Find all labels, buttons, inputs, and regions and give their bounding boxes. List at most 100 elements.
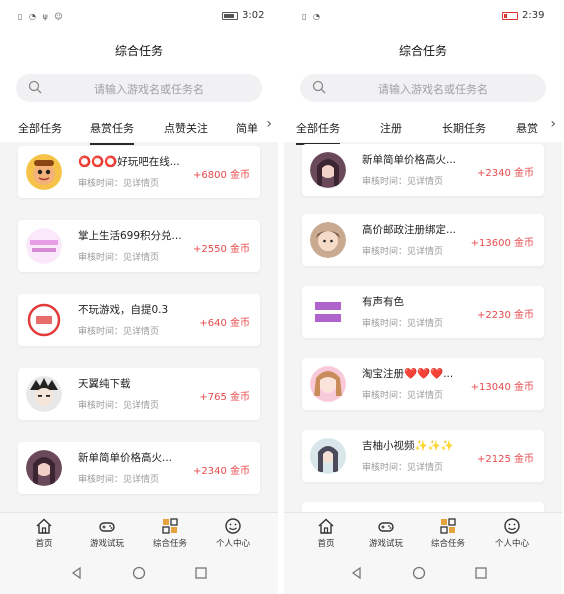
nav-profile[interactable]: 个人中心 xyxy=(203,517,263,549)
task-card[interactable]: 吉柚小视频✨✨✨ 审核时间：见详情页 +2125 金币 xyxy=(302,430,544,482)
task-thumbnail xyxy=(26,450,62,486)
task-list: 新单简单价格高火... 审核时间：见详情页 +2340 金币 高价邮政注册绑定.… xyxy=(284,142,562,518)
tab-all-tasks[interactable]: 全部任务 xyxy=(296,120,340,145)
tab-bounty-tasks[interactable]: 悬赏任务 xyxy=(90,120,134,145)
status-time: 2:39 xyxy=(522,10,545,21)
task-thumbnail xyxy=(310,152,346,188)
task-thumbnail xyxy=(26,302,62,338)
status-bar: ▯ ◔ 2:39 xyxy=(284,0,562,34)
system-nav-bar xyxy=(284,552,562,594)
task-name: 新单简单价格高火... xyxy=(78,452,173,464)
task-thumbnail xyxy=(26,154,62,190)
tab-register[interactable]: 注册 xyxy=(380,120,402,136)
chevron-right-icon[interactable]: › xyxy=(540,116,556,132)
task-review-time: 审核时间：见详情页 xyxy=(78,475,160,485)
home-circle-icon[interactable] xyxy=(412,566,426,580)
task-review-time: 审核时间：见详情页 xyxy=(78,179,160,189)
search-placeholder: 请输入游戏名或任务名 xyxy=(94,83,204,96)
battery-icon xyxy=(222,12,238,20)
task-name: 吉柚小视频✨✨✨ xyxy=(362,440,454,452)
gamepad-icon xyxy=(378,522,394,532)
search-placeholder: 请输入游戏名或任务名 xyxy=(378,83,488,96)
status-icons: ▯ ◔ xyxy=(302,12,322,21)
task-thumbnail xyxy=(310,438,346,474)
task-name: 掌上生活699积分兑... xyxy=(78,230,182,242)
task-grid-icon xyxy=(440,518,456,534)
nav-home[interactable]: 首页 xyxy=(14,517,74,549)
tab-all-tasks[interactable]: 全部任务 xyxy=(18,120,62,136)
task-reward: +2230 金币 xyxy=(476,310,534,321)
nav-game-trial-label: 游戏试玩 xyxy=(89,539,124,549)
task-reward: +6800 金币 xyxy=(192,170,250,181)
status-bar: ▯ ◔ ψ ☺ 3:02 xyxy=(0,0,278,34)
bottom-navigation: 首页 游戏试玩 综合任务 个人中心 xyxy=(0,512,278,552)
home-icon xyxy=(36,518,52,534)
tab-like-follow[interactable]: 点赞关注 xyxy=(164,120,208,136)
task-name: 高价邮政注册绑定... xyxy=(362,224,457,236)
task-card[interactable]: 不玩游戏，自提0.3 审核时间：见详情页 +640 金币 xyxy=(18,294,260,346)
home-icon xyxy=(318,518,334,534)
task-card[interactable]: 天翼纯下载 审核时间：见详情页 +765 金币 xyxy=(18,368,260,420)
search-bar[interactable]: 请输入游戏名或任务名 xyxy=(300,74,546,102)
nav-game-trial-label: 游戏试玩 xyxy=(368,539,403,549)
phone-screen-right: ▯ ◔ 2:39 综合任务 请输入游戏名或任务名 全部任务 注册 长期任务 悬赏… xyxy=(284,0,562,594)
task-review-time: 审核时间：见详情页 xyxy=(78,327,160,337)
nav-game-trial[interactable]: 游戏试玩 xyxy=(77,517,137,549)
task-card[interactable]: 高价邮政注册绑定... 审核时间：见详情页 +13600 金币 xyxy=(302,214,544,266)
task-review-time: 审核时间：见详情页 xyxy=(362,391,444,401)
task-reward: +13040 金币 xyxy=(470,382,534,393)
nav-game-trial[interactable]: 游戏试玩 xyxy=(356,517,416,549)
task-name: 有声有色 xyxy=(362,296,404,308)
task-review-time: 审核时间：见详情页 xyxy=(78,253,160,263)
task-review-time: 审核时间：见详情页 xyxy=(362,247,444,257)
phone-screen-left: ▯ ◔ ψ ☺ 3:02 综合任务 请输入游戏名或任务名 全部任务 悬赏任务 点… xyxy=(0,0,278,594)
nav-home-label: 首页 xyxy=(35,539,53,549)
task-grid-icon xyxy=(162,518,178,534)
task-card[interactable]: 新单简单价格高火... 审核时间：见详情页 +2340 金币 xyxy=(302,144,544,196)
search-bar[interactable]: 请输入游戏名或任务名 xyxy=(16,74,262,102)
task-reward: +13600 金币 xyxy=(470,238,534,249)
page-title: 综合任务 xyxy=(398,44,447,58)
task-reward: +765 金币 xyxy=(199,392,250,403)
tab-bar: 全部任务 悬赏任务 点赞关注 简单 › xyxy=(0,114,278,145)
nav-profile-label: 个人中心 xyxy=(215,539,250,549)
task-card[interactable]: 新单简单价格高火... 审核时间：见详情页 +2340 金币 xyxy=(18,442,260,494)
tab-long-term[interactable]: 长期任务 xyxy=(442,120,486,136)
task-thumbnail xyxy=(310,222,346,258)
task-name: 新单简单价格高火... xyxy=(362,154,457,166)
task-card[interactable]: 淘宝注册❤️❤️❤️... 审核时间：见详情页 +13040 金币 xyxy=(302,358,544,410)
nav-general-tasks-label: 综合任务 xyxy=(152,539,187,549)
task-thumbnail xyxy=(310,294,346,330)
page-title: 综合任务 xyxy=(114,44,163,58)
tab-bounty[interactable]: 悬赏 xyxy=(516,120,538,136)
task-review-time: 审核时间：见详情页 xyxy=(362,319,444,329)
nav-profile[interactable]: 个人中心 xyxy=(482,517,542,549)
task-reward: +2550 金币 xyxy=(192,244,250,255)
back-icon[interactable] xyxy=(350,566,364,580)
battery-icon xyxy=(502,12,518,20)
task-name: ⭕⭕⭕好玩吧在线... xyxy=(78,156,180,168)
screenshot-pair: ▯ ◔ ψ ☺ 3:02 综合任务 请输入游戏名或任务名 全部任务 悬赏任务 点… xyxy=(0,0,564,594)
task-reward: +2340 金币 xyxy=(476,168,534,179)
chevron-right-icon[interactable]: › xyxy=(256,116,272,132)
task-reward: +2340 金币 xyxy=(192,466,250,477)
home-circle-icon[interactable] xyxy=(132,566,146,580)
tab-simple[interactable]: 简单 xyxy=(236,120,258,136)
recents-icon[interactable] xyxy=(194,566,208,580)
task-thumbnail xyxy=(26,228,62,264)
task-list: ⭕⭕⭕好玩吧在线... 审核时间：见详情页 +6800 金币 掌上生活699积分… xyxy=(0,142,278,518)
task-review-time: 审核时间：见详情页 xyxy=(78,401,160,411)
task-card[interactable]: 有声有色 审核时间：见详情页 +2230 金币 xyxy=(302,286,544,338)
task-card[interactable]: ⭕⭕⭕好玩吧在线... 审核时间：见详情页 +6800 金币 xyxy=(18,146,260,198)
back-icon[interactable] xyxy=(70,566,84,580)
recents-icon[interactable] xyxy=(474,566,488,580)
smiley-icon xyxy=(225,518,241,534)
nav-home[interactable]: 首页 xyxy=(296,517,356,549)
nav-profile-label: 个人中心 xyxy=(494,539,529,549)
task-review-time: 审核时间：见详情页 xyxy=(362,463,444,473)
task-card[interactable]: 掌上生活699积分兑... 审核时间：见详情页 +2550 金币 xyxy=(18,220,260,272)
nav-general-tasks[interactable]: 综合任务 xyxy=(418,517,478,549)
task-thumbnail xyxy=(310,366,346,402)
nav-general-tasks[interactable]: 综合任务 xyxy=(140,517,200,549)
tab-bar: 全部任务 注册 长期任务 悬赏 › xyxy=(284,114,562,145)
